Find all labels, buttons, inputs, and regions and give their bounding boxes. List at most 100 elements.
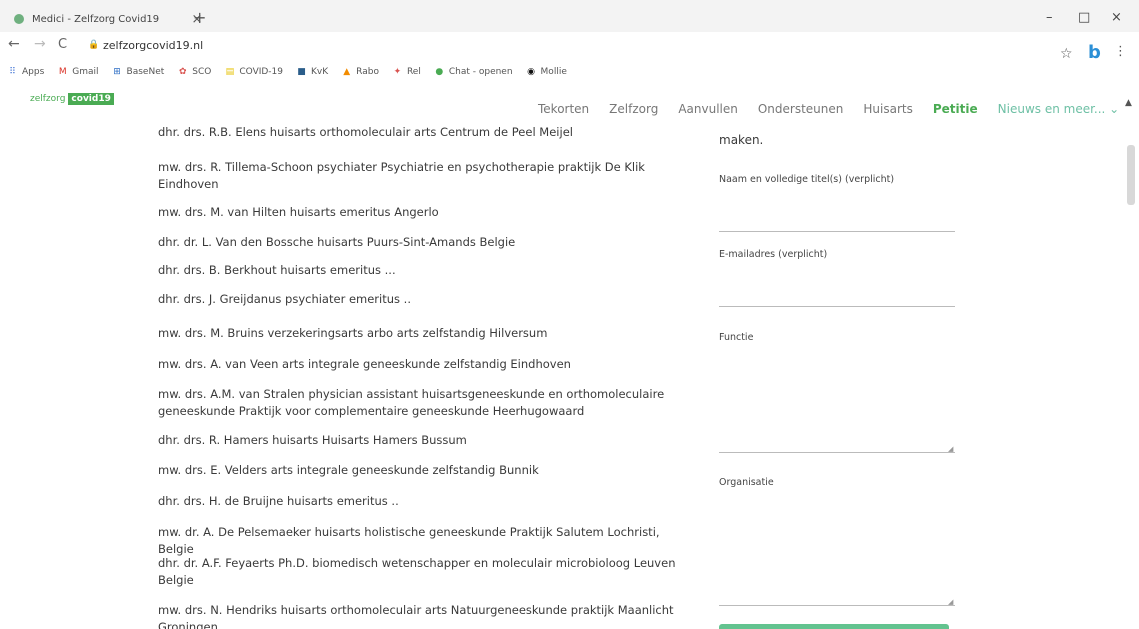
signatory-line: Eindhoven bbox=[158, 177, 219, 191]
nav-item-petitie[interactable]: Petitie bbox=[933, 102, 978, 116]
scroll-up-icon[interactable]: ▲ bbox=[1125, 98, 1132, 108]
bookmark-basenet[interactable]: ⊞ BaseNet bbox=[113, 66, 165, 77]
signatory-row: mw. drs. R. Tillema-Schoon psychiater Ps… bbox=[158, 159, 688, 193]
signatory-row: dhr. drs. B. Berkhout huisarts emeritus … bbox=[158, 262, 688, 279]
signatory-line: dhr. drs. H. de Bruijne huisarts emeritu… bbox=[158, 494, 399, 508]
signatory-row: dhr. dr. A.F. Feyaerts Ph.D. biomedisch … bbox=[158, 555, 688, 589]
function-textarea[interactable] bbox=[719, 452, 955, 453]
name-input[interactable] bbox=[719, 231, 955, 232]
bookmark-kvk[interactable]: ■ KvK bbox=[297, 67, 328, 77]
lock-icon[interactable]: 🔒 bbox=[88, 40, 99, 50]
gmail-icon: M bbox=[58, 66, 67, 77]
organisation-label: Organisatie bbox=[719, 477, 774, 488]
bookmark-label: SCO bbox=[192, 67, 212, 77]
page-scrollbar[interactable] bbox=[1127, 145, 1135, 205]
signatory-line: mw. drs. M. van Hilten huisarts emeritus… bbox=[158, 205, 439, 219]
apps-grid-icon: ⠿ bbox=[9, 66, 16, 77]
signatory-row: dhr. drs. H. de Bruijne huisarts emeritu… bbox=[158, 493, 688, 510]
signatory-line: mw. drs. M. Bruins verzekeringsarts arbo… bbox=[158, 326, 548, 340]
mollie-icon: ◉ bbox=[527, 66, 535, 77]
submit-button[interactable] bbox=[719, 624, 949, 629]
chat-icon: ● bbox=[435, 66, 444, 77]
logo-text: zelfzorg bbox=[30, 94, 66, 104]
bookmarks-bar: ⠿ Apps M Gmail ⊞ BaseNet ✿ SCO ▤ COVID-19 ■ KvK ▲ Rab… bbox=[0, 60, 1139, 84]
site-header: zelfzorg covid19 Tekorten Zelfzorg Aanvull… bbox=[0, 84, 1139, 122]
rabo-icon: ▲ bbox=[343, 66, 351, 77]
site-favicon-icon bbox=[14, 14, 24, 24]
signatory-line: dhr. drs. B. Berkhout huisarts emeritus … bbox=[158, 263, 396, 277]
signatory-row: dhr. drs. R.B. Elens huisarts orthomolec… bbox=[158, 124, 688, 141]
main-navigation: Tekorten Zelfzorg Aanvullen Ondersteunen Hui… bbox=[538, 102, 1119, 116]
new-tab-button[interactable]: + bbox=[193, 8, 206, 27]
signatory-line: dhr. drs. R.B. Elens huisarts orthomolec… bbox=[158, 125, 573, 139]
bookmark-rel[interactable]: ✦ Rel bbox=[393, 67, 421, 77]
signatory-row: mw. dr. A. De Pelsemaeker huisarts holis… bbox=[158, 524, 688, 558]
resize-grip-icon[interactable]: ◢ bbox=[948, 598, 953, 606]
signatory-row: mw. drs. N. Hendriks huisarts orthomolec… bbox=[158, 602, 688, 629]
nav-item-huisarts[interactable]: Huisarts bbox=[863, 102, 912, 116]
address-bar-row: ← → C 🔒 zelfzorgcovid19.nl ☆ b ⋮ bbox=[0, 32, 1139, 63]
bookmark-label: Chat - openen bbox=[448, 67, 513, 77]
logo-badge: covid19 bbox=[68, 93, 114, 105]
bookmark-chat-openen[interactable]: ● Chat - openen bbox=[435, 66, 513, 77]
signatory-line: mw. drs. A. van Veen arts integrale gene… bbox=[158, 357, 571, 371]
browser-tab-bar: Medici - Zelfzorg Covid19 × + – □ × bbox=[0, 0, 1139, 32]
signatory-row: dhr. dr. L. Van den Bossche huisarts Puu… bbox=[158, 234, 688, 251]
bookmark-label: COVID-19 bbox=[239, 67, 284, 77]
bookmark-label: Apps bbox=[22, 67, 45, 77]
signatory-line: dhr. dr. A.F. Feyaerts Ph.D. biomedisch … bbox=[158, 556, 676, 570]
kvk-icon: ■ bbox=[297, 66, 306, 77]
email-input[interactable] bbox=[719, 306, 955, 307]
bookmark-label: Mollie bbox=[540, 67, 567, 77]
nav-item-zelfzorg[interactable]: Zelfzorg bbox=[609, 102, 658, 116]
nav-item-ondersteunen[interactable]: Ondersteunen bbox=[758, 102, 844, 116]
bookmark-gmail[interactable]: M Gmail bbox=[58, 66, 99, 77]
signatory-row: mw. drs. M. Bruins verzekeringsarts arbo… bbox=[158, 325, 688, 342]
tab-title: Medici - Zelfzorg Covid19 bbox=[32, 13, 160, 25]
bookmark-label: Rel bbox=[406, 67, 421, 77]
basenet-icon: ⊞ bbox=[113, 66, 121, 77]
bookmark-label: KvK bbox=[311, 67, 329, 77]
name-label: Naam en volledige titel(s) (verplicht) bbox=[719, 174, 895, 185]
back-button[interactable]: ← bbox=[8, 36, 20, 52]
nav-item-nieuws-en-meer[interactable]: Nieuws en meer... ⌄ bbox=[998, 102, 1120, 116]
minimize-button[interactable]: – bbox=[1046, 10, 1053, 25]
signatory-row: dhr. drs. R. Hamers huisarts Huisarts Ha… bbox=[158, 432, 688, 449]
url-field[interactable]: zelfzorgcovid19.nl bbox=[103, 39, 203, 52]
signatory-row: dhr. drs. J. Greijdanus psychiater emeri… bbox=[158, 291, 688, 308]
bookmark-apps[interactable]: ⠿ Apps bbox=[8, 67, 44, 77]
signatory-line: mw. dr. A. De Pelsemaeker huisarts holis… bbox=[158, 525, 660, 556]
signatory-line: mw. drs. A.M. van Stralen physician assi… bbox=[158, 387, 665, 401]
close-window-button[interactable]: × bbox=[1111, 10, 1122, 25]
resize-grip-icon[interactable]: ◢ bbox=[948, 445, 953, 453]
signatory-line: mw. drs. N. Hendriks huisarts orthomolec… bbox=[158, 603, 674, 617]
bookmark-covid-19[interactable]: ▤ COVID-19 bbox=[225, 67, 283, 77]
bookmark-sco[interactable]: ✿ SCO bbox=[178, 67, 211, 77]
signatory-line: dhr. dr. L. Van den Bossche huisarts Puu… bbox=[158, 235, 516, 249]
signatory-row: mw. drs. A.M. van Stralen physician assi… bbox=[158, 386, 688, 420]
signatory-row: mw. drs. A. van Veen arts integrale gene… bbox=[158, 356, 688, 373]
browser-menu-icon[interactable]: ⋮ bbox=[1114, 44, 1127, 59]
function-label: Functie bbox=[719, 332, 754, 343]
signatory-line: Belgie bbox=[158, 573, 194, 587]
signatory-line: mw. drs. R. Tillema-Schoon psychiater Ps… bbox=[158, 160, 645, 174]
maximize-button[interactable]: □ bbox=[1078, 10, 1090, 25]
signatory-row: mw. drs. M. van Hilten huisarts emeritus… bbox=[158, 204, 688, 221]
rel-icon: ✦ bbox=[393, 66, 402, 77]
bookmark-mollie[interactable]: ◉ Mollie bbox=[527, 67, 567, 77]
nav-item-tekorten[interactable]: Tekorten bbox=[538, 102, 589, 116]
signatory-row: mw. drs. E. Velders arts integrale genee… bbox=[158, 462, 688, 479]
nav-item-aanvullen[interactable]: Aanvullen bbox=[678, 102, 738, 116]
bookmark-label: BaseNet bbox=[126, 67, 165, 77]
organisation-textarea[interactable] bbox=[719, 605, 955, 606]
signatory-line: dhr. drs. R. Hamers huisarts Huisarts Ha… bbox=[158, 433, 467, 447]
reload-button[interactable]: C bbox=[58, 37, 67, 52]
site-logo[interactable]: zelfzorg covid19 bbox=[30, 93, 114, 105]
form-intro-text: maken. bbox=[719, 133, 764, 147]
sco-icon: ✿ bbox=[178, 66, 187, 77]
forward-button[interactable]: → bbox=[34, 36, 46, 52]
email-label: E-mailadres (verplicht) bbox=[719, 249, 828, 260]
browser-tab[interactable]: Medici - Zelfzorg Covid19 × bbox=[8, 6, 204, 32]
bookmark-rabo[interactable]: ▲ Rabo bbox=[342, 67, 379, 77]
signatory-line: mw. drs. E. Velders arts integrale genee… bbox=[158, 463, 539, 477]
